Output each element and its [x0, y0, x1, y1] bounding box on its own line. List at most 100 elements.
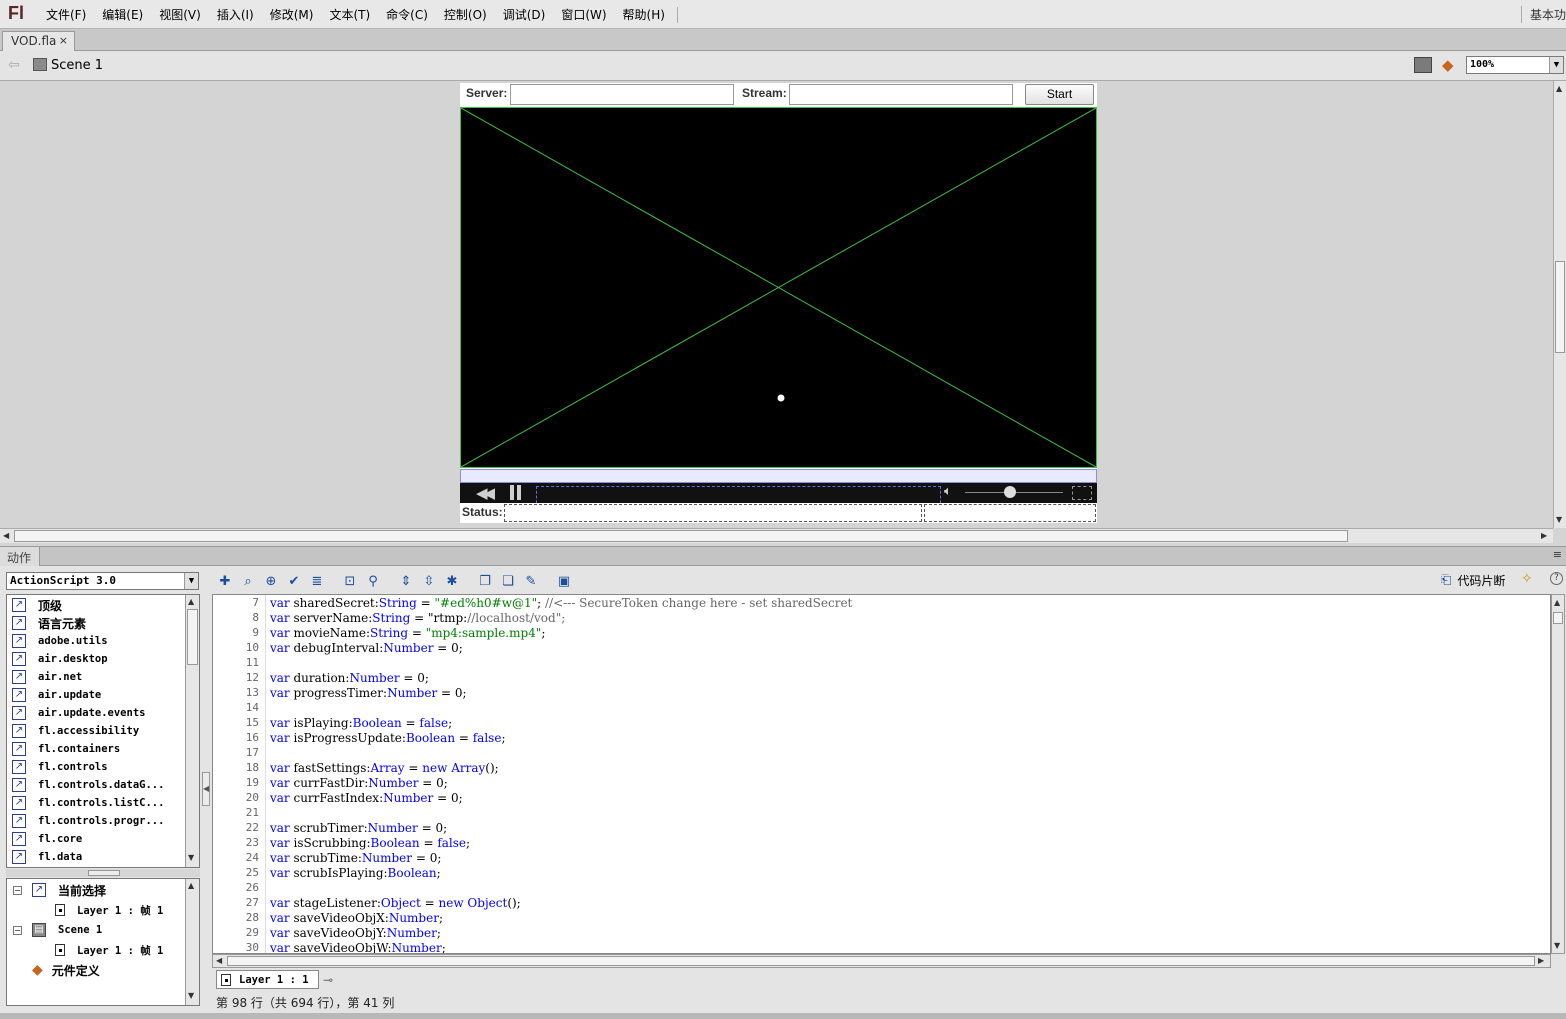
scroll-right-icon[interactable]: ▶ [1538, 956, 1544, 965]
edit-scene-icon[interactable] [1414, 57, 1432, 73]
scroll-thumb[interactable] [14, 530, 1348, 542]
pause-icon[interactable] [510, 485, 521, 500]
pin-icon[interactable]: ⊸ [323, 973, 333, 987]
chevron-down-icon[interactable]: ▼ [184, 573, 198, 589]
document-tab[interactable]: VOD.fla × [2, 31, 75, 51]
fullscreen-icon[interactable] [1072, 486, 1092, 500]
menu-item[interactable]: 文本(T) [321, 7, 378, 23]
seek-bar[interactable] [460, 469, 1097, 483]
find-icon[interactable]: ⌕ [239, 572, 257, 590]
toolbox-item[interactable]: ↗ fl.controls.progr... [12, 812, 164, 830]
collapse-icon[interactable]: − [13, 885, 22, 895]
collapse-between-braces-icon[interactable]: ⇕ [397, 572, 415, 590]
menu-item[interactable]: 修改(M) [262, 7, 322, 23]
scroll-down-icon[interactable]: ▼ [188, 991, 194, 1000]
toolbox-item[interactable]: ↗ air.update.events [12, 704, 145, 722]
language-select[interactable]: ActionScript 3.0 ▼ [6, 572, 199, 590]
code-editor[interactable]: 7 8 9 10 11 12 13 14 15 16 17 18 19 20 21 22 23 24 25 26 27 2… [212, 594, 1551, 954]
script-tab[interactable]: Layer 1 : 1 [216, 970, 319, 989]
scroll-up-icon[interactable]: ▲ [1554, 598, 1560, 607]
back-arrow-icon[interactable]: ⇦ [8, 57, 20, 73]
editor-horizontal-scrollbar[interactable]: ◀ ▶ [212, 954, 1551, 968]
scroll-thumb[interactable] [187, 609, 198, 665]
scroll-right-icon[interactable]: ▶ [1541, 531, 1547, 540]
close-icon[interactable]: × [59, 34, 68, 47]
tree-symbol-definitions[interactable]: ◆ 元件定义 [32, 961, 100, 979]
show-hide-toolbox-icon[interactable]: ▣ [555, 572, 573, 590]
scene-breadcrumb[interactable]: Scene 1 [51, 58, 103, 73]
show-code-hint-icon[interactable]: ⊡ [341, 572, 359, 590]
scroll-thumb[interactable] [227, 956, 1535, 966]
check-syntax-icon[interactable]: ✔ [285, 572, 303, 590]
tree-current-selection[interactable]: − ↗ 当前选择 [13, 881, 106, 899]
toolbox-item[interactable]: ↗ fl.containers [12, 740, 120, 758]
scroll-thumb[interactable] [1555, 261, 1565, 353]
scroll-thumb[interactable] [1553, 612, 1563, 624]
actions-panel-tab[interactable]: 动作 [0, 547, 40, 566]
apply-line-comment-icon[interactable]: ❏ [499, 572, 517, 590]
toolbox-item[interactable]: ↗ fl.core [12, 830, 82, 848]
collapse-icon[interactable]: − [13, 925, 22, 935]
scroll-down-icon[interactable]: ▼ [1554, 941, 1560, 950]
volume-slider-knob[interactable] [1004, 486, 1016, 498]
menu-item[interactable]: 调试(D) [495, 7, 554, 23]
menu-item[interactable]: 窗口(W) [553, 7, 614, 23]
toolbox-item[interactable]: ↗ 语言元素 [12, 614, 86, 632]
code-snippets-button[interactable]: ⎗ 代码片断 [1441, 572, 1505, 589]
stage-vertical-scrollbar[interactable]: ▲ ▼ [1553, 81, 1566, 528]
scroll-left-icon[interactable]: ◀ [216, 956, 222, 965]
tree-current-layer[interactable]: Layer 1 : 帧 1 [55, 901, 163, 919]
scroll-left-icon[interactable]: ◀ [3, 531, 9, 540]
rewind-icon[interactable]: ◀◀ [476, 484, 495, 502]
server-input[interactable] [510, 84, 734, 105]
pane-splitter[interactable]: ◀ [202, 772, 210, 806]
menu-item[interactable]: 编辑(E) [94, 7, 151, 23]
scroll-down-icon[interactable]: ▼ [1556, 515, 1562, 524]
menu-item[interactable]: 命令(C) [378, 7, 436, 23]
scroll-up-icon[interactable]: ▲ [188, 881, 194, 890]
menu-item[interactable]: 视图(V) [151, 7, 209, 23]
panel-menu-icon[interactable]: ≡ [1553, 548, 1562, 561]
help-icon[interactable]: ? [1550, 572, 1563, 585]
toolbox-item[interactable]: ↗ air.net [12, 668, 82, 686]
toolbox-item[interactable]: ↗ air.desktop [12, 650, 108, 668]
expand-all-icon[interactable]: ✱ [443, 572, 461, 590]
tree-scene[interactable]: − ▤ Scene 1 [13, 921, 102, 939]
toolbox-item[interactable]: ↗ fl.controls [12, 758, 108, 776]
auto-format-icon[interactable]: ≣ [308, 572, 326, 590]
chevron-down-icon[interactable]: ▼ [1549, 57, 1563, 73]
toolbox-scrollbar[interactable]: ▲ ▼ [185, 595, 199, 867]
toolbox-item[interactable]: ↗ fl.data [12, 848, 82, 866]
volume-icon[interactable]: 🔈︎ [944, 484, 952, 499]
apply-block-comment-icon[interactable]: ❐ [476, 572, 494, 590]
debug-options-icon[interactable]: ⚲ [364, 572, 382, 590]
menu-item[interactable]: 帮助(H) [615, 7, 673, 23]
insert-target-path-icon[interactable]: ⊕ [262, 572, 280, 590]
toolbox-item[interactable]: ↗ air.update [12, 686, 101, 704]
editor-vertical-scrollbar[interactable]: ▲ ▼ [1551, 594, 1565, 954]
workspace-switcher[interactable]: 基本功 [1520, 6, 1566, 23]
toolbox-item[interactable]: ↗ fl.controls.listC... [12, 794, 164, 812]
toolbox-item[interactable]: ↗ fl.controls.dataG... [12, 776, 164, 794]
menu-item[interactable]: 文件(F) [38, 7, 94, 23]
scroll-down-icon[interactable]: ▼ [188, 853, 194, 862]
add-statement-icon[interactable]: ✚ [216, 572, 234, 590]
stream-input[interactable] [789, 84, 1013, 105]
scroll-up-icon[interactable]: ▲ [188, 597, 194, 606]
menu-item[interactable]: 插入(I) [209, 7, 262, 23]
start-button[interactable]: Start [1025, 84, 1094, 105]
toolbox-splitter[interactable] [6, 869, 200, 877]
toolbox-item[interactable]: ↗ adobe.utils [12, 632, 108, 650]
toolbox-item[interactable]: ↗ fl.accessibility [12, 722, 139, 740]
tree-scene-layer[interactable]: Layer 1 : 帧 1 [55, 941, 163, 959]
scroll-up-icon[interactable]: ▲ [1556, 84, 1562, 93]
toolbox-item[interactable]: ↗ 顶级 [12, 596, 62, 614]
stage-horizontal-scrollbar[interactable]: ◀ ▶ [0, 528, 1553, 543]
edit-symbol-icon[interactable]: ◆ [1442, 56, 1454, 74]
zoom-select[interactable]: 100% ▼ [1466, 56, 1564, 74]
script-assist-icon[interactable]: ✧ [1521, 571, 1533, 587]
navigator-scrollbar[interactable]: ▲ ▼ [185, 879, 199, 1005]
menu-item[interactable]: 控制(O) [436, 7, 495, 23]
collapse-selection-icon[interactable]: ⇳ [420, 572, 438, 590]
remove-comment-icon[interactable]: ✎ [522, 572, 540, 590]
